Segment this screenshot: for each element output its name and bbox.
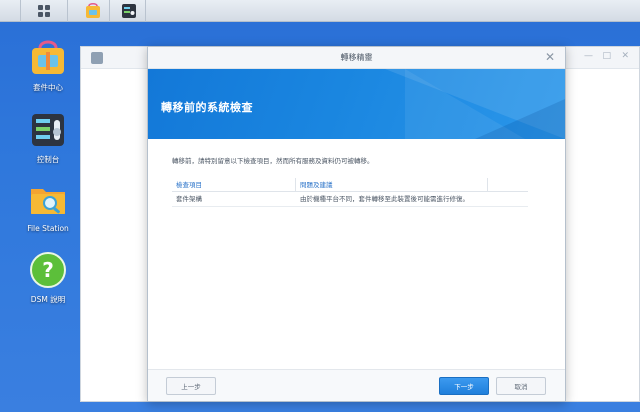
taskbar bbox=[0, 0, 640, 22]
column-header-check-item[interactable]: 檢查項目 bbox=[172, 178, 296, 191]
minimize-icon[interactable]: — bbox=[584, 51, 593, 61]
desktop-icon-dsm-help[interactable]: ? DSM 說明 bbox=[18, 250, 78, 305]
desktop-icon-control-panel[interactable]: 控制台 bbox=[18, 110, 78, 165]
desktop-icon-label: 控制台 bbox=[36, 155, 60, 164]
desktop-icon-label: 套件中心 bbox=[33, 83, 63, 92]
main-menu-button[interactable] bbox=[20, 0, 68, 22]
next-button[interactable]: 下一步 bbox=[439, 377, 489, 395]
maximize-icon[interactable]: □ bbox=[602, 51, 611, 61]
dialog-footer: 上一步 下一步 取消 bbox=[148, 369, 565, 401]
table-row[interactable]: 套件架構 由於機種平台不同，套件轉移至此裝置後可能需進行修復。 bbox=[172, 192, 528, 207]
desktop-icon-file-station[interactable]: File Station bbox=[18, 180, 78, 233]
column-header-issue[interactable]: 問題及建議 bbox=[296, 178, 488, 191]
banner-decoration bbox=[475, 99, 565, 139]
package-center-icon bbox=[85, 2, 100, 18]
taskbar-package-center-button[interactable] bbox=[76, 0, 110, 22]
grid-icon bbox=[38, 5, 50, 17]
table-cell-issue: 由於機種平台不同，套件轉移至此裝置後可能需進行修復。 bbox=[300, 195, 469, 203]
svg-text:?: ? bbox=[42, 258, 54, 282]
cancel-button[interactable]: 取消 bbox=[496, 377, 546, 395]
desktop-icon-label: File Station bbox=[27, 224, 69, 233]
close-icon[interactable]: ✕ bbox=[545, 50, 555, 64]
taskbar-control-panel-button[interactable] bbox=[112, 0, 146, 22]
app-icon bbox=[91, 52, 103, 64]
table-cell-check-item: 套件架構 bbox=[176, 195, 202, 203]
package-center-icon bbox=[28, 38, 68, 78]
check-table: 檢查項目 問題及建議 套件架構 由於機種平台不同，套件轉移至此裝置後可能需進行修… bbox=[172, 178, 528, 207]
previous-button[interactable]: 上一步 bbox=[166, 377, 216, 395]
control-panel-icon bbox=[121, 4, 136, 18]
desktop-icon-label: DSM 說明 bbox=[30, 295, 66, 304]
control-panel-icon bbox=[28, 110, 68, 150]
close-icon[interactable]: ✕ bbox=[621, 51, 629, 61]
dialog-header: 轉移精靈 ✕ bbox=[148, 47, 565, 69]
dialog-title: 轉移精靈 bbox=[340, 53, 373, 62]
banner-title: 轉移前的系統檢查 bbox=[161, 101, 253, 114]
desktop-icon-package-center[interactable]: 套件中心 bbox=[18, 38, 78, 93]
intro-text: 轉移前，請特別留意以下檢查項目，然而所有服務及資料仍可被轉移。 bbox=[172, 157, 374, 165]
file-station-icon bbox=[28, 180, 68, 220]
migration-dialog: 轉移精靈 ✕ 轉移前的系統檢查 轉移前，請特別留意以下檢查項目，然而所有服務及資… bbox=[147, 46, 566, 402]
table-header-row: 檢查項目 問題及建議 bbox=[172, 178, 528, 192]
help-icon: ? bbox=[28, 250, 68, 290]
dialog-banner: 轉移前的系統檢查 bbox=[148, 69, 565, 139]
